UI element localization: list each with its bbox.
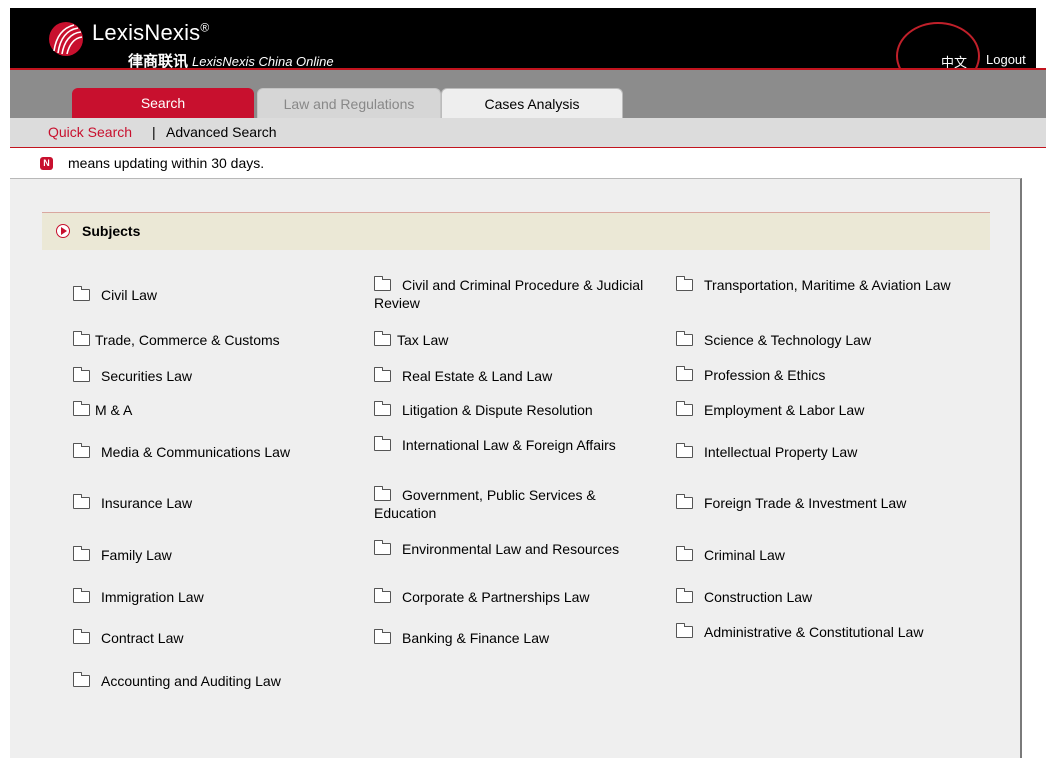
tab-cases-analysis[interactable]: Cases Analysis bbox=[441, 88, 623, 118]
folder-icon bbox=[374, 401, 391, 416]
subject-link[interactable]: Media & Communications Law bbox=[73, 443, 290, 461]
subject-link[interactable]: Civil and Criminal Procedure & Judicial … bbox=[374, 276, 664, 312]
legend-text: means updating within 30 days. bbox=[68, 155, 265, 171]
folder-icon bbox=[374, 540, 391, 555]
lexisnexis-logo-icon bbox=[49, 22, 83, 56]
folder-icon bbox=[73, 588, 90, 603]
folder-icon bbox=[676, 366, 693, 381]
folder-icon bbox=[73, 672, 90, 687]
folder-icon bbox=[374, 331, 391, 346]
subject-link[interactable]: Criminal Law bbox=[676, 546, 785, 564]
folder-icon bbox=[374, 436, 391, 451]
folder-icon bbox=[73, 331, 90, 346]
advanced-search-link[interactable]: Advanced Search bbox=[166, 124, 277, 140]
subject-link[interactable]: Immigration Law bbox=[73, 588, 204, 606]
subject-link[interactable]: Government, Public Services & Education bbox=[374, 486, 654, 522]
subject-link[interactable]: Banking & Finance Law bbox=[374, 629, 549, 647]
folder-icon bbox=[73, 286, 90, 301]
folder-icon bbox=[73, 401, 90, 416]
folder-icon bbox=[374, 486, 391, 501]
folder-icon bbox=[73, 367, 90, 382]
folder-icon bbox=[676, 546, 693, 561]
subject-link[interactable]: Construction Law bbox=[676, 588, 812, 606]
folder-icon bbox=[374, 367, 391, 382]
subject-link[interactable]: Family Law bbox=[73, 546, 172, 564]
subject-link[interactable]: Administrative & Constitutional Law bbox=[676, 623, 923, 641]
subject-link[interactable]: Science & Technology Law bbox=[676, 331, 871, 349]
tab-search[interactable]: Search bbox=[72, 88, 254, 118]
quick-search-link[interactable]: Quick Search bbox=[48, 124, 132, 140]
content-panel bbox=[10, 178, 1022, 758]
folder-icon bbox=[374, 629, 391, 644]
subject-link[interactable]: Accounting and Auditing Law bbox=[73, 672, 281, 690]
logout-link[interactable]: Logout bbox=[986, 52, 1026, 67]
folder-icon bbox=[676, 401, 693, 416]
subject-link[interactable]: Transportation, Maritime & Aviation Law bbox=[676, 276, 966, 294]
new-update-icon: N bbox=[40, 157, 53, 170]
subject-link[interactable]: M & A bbox=[73, 401, 132, 419]
folder-icon bbox=[676, 331, 693, 346]
subject-link[interactable]: International Law & Foreign Affairs bbox=[374, 436, 616, 454]
folder-icon bbox=[676, 623, 693, 638]
subject-link[interactable]: Profession & Ethics bbox=[676, 366, 825, 384]
folder-icon bbox=[676, 276, 693, 291]
subject-link[interactable]: Civil Law bbox=[73, 286, 157, 304]
header-bar: LexisNexis® 律商联讯 LexisNexis China Online … bbox=[10, 8, 1036, 70]
subjects-title: Subjects bbox=[82, 223, 141, 239]
subject-link[interactable]: Contract Law bbox=[73, 629, 183, 647]
subject-link[interactable]: Litigation & Dispute Resolution bbox=[374, 401, 593, 419]
tab-bar: Search Law and Regulations Cases Analysi… bbox=[10, 70, 1046, 118]
subject-link[interactable]: Environmental Law and Resources bbox=[374, 540, 619, 558]
expand-arrow-icon[interactable] bbox=[56, 224, 70, 238]
folder-icon bbox=[374, 588, 391, 603]
subject-link[interactable]: Tax Law bbox=[374, 331, 448, 349]
subject-link[interactable]: Intellectual Property Law bbox=[676, 443, 857, 461]
subject-link[interactable]: Corporate & Partnerships Law bbox=[374, 588, 590, 606]
subject-link[interactable]: Employment & Labor Law bbox=[676, 401, 864, 419]
tab-law-and-regulations[interactable]: Law and Regulations bbox=[257, 88, 441, 118]
folder-icon bbox=[73, 629, 90, 644]
folder-icon bbox=[374, 276, 391, 291]
subject-link[interactable]: Securities Law bbox=[73, 367, 192, 385]
folder-icon bbox=[676, 443, 693, 458]
folder-icon bbox=[73, 443, 90, 458]
subject-link[interactable]: Foreign Trade & Investment Law bbox=[676, 494, 906, 512]
subject-link[interactable]: Real Estate & Land Law bbox=[374, 367, 552, 385]
subject-link[interactable]: Trade, Commerce & Customs bbox=[73, 331, 280, 349]
folder-icon bbox=[676, 588, 693, 603]
subjects-section-header[interactable]: Subjects bbox=[42, 212, 990, 250]
sub-navigation: Quick Search | Advanced Search bbox=[10, 118, 1046, 148]
brand-name: LexisNexis® bbox=[92, 20, 210, 45]
folder-icon bbox=[676, 494, 693, 509]
subject-link[interactable]: Insurance Law bbox=[73, 494, 192, 512]
subnav-separator: | bbox=[152, 124, 156, 140]
folder-icon bbox=[73, 494, 90, 509]
folder-icon bbox=[73, 546, 90, 561]
